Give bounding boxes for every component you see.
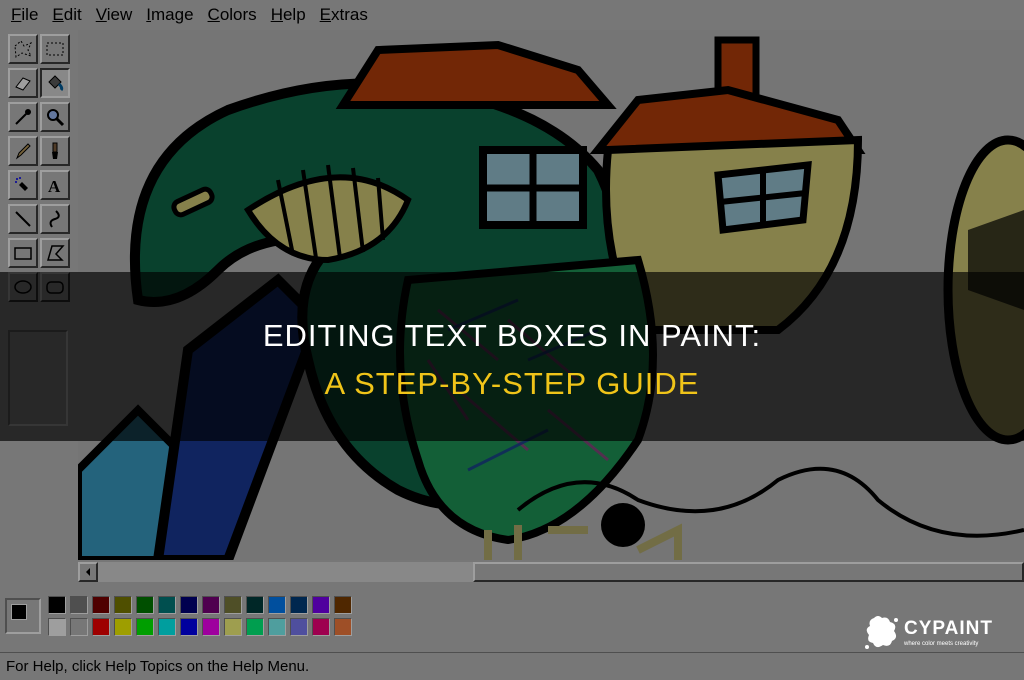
title-line-1: EDITING TEXT BOXES IN PAINT:: [262, 318, 762, 353]
curve-icon[interactable]: [40, 204, 70, 234]
polygon-icon[interactable]: [40, 238, 70, 268]
arrow-left-icon: [86, 568, 90, 576]
line-icon[interactable]: [8, 204, 38, 234]
palette-swatch[interactable]: [334, 596, 352, 614]
airbrush-icon[interactable]: [8, 170, 38, 200]
fill-icon[interactable]: [40, 68, 70, 98]
palette-swatch[interactable]: [70, 596, 88, 614]
rect-select-icon[interactable]: [40, 34, 70, 64]
scroll-left-button[interactable]: [78, 562, 98, 582]
cypaint-logo: CYPAINT where color meets creativity: [864, 612, 1014, 652]
menu-colors[interactable]: Colors: [201, 0, 264, 30]
palette-swatch[interactable]: [224, 618, 242, 636]
foreground-color: [11, 604, 27, 620]
scroll-thumb[interactable]: [473, 562, 1024, 582]
svg-text:A: A: [48, 177, 61, 196]
palette-swatch[interactable]: [312, 596, 330, 614]
magnifier-icon[interactable]: [40, 102, 70, 132]
palette-swatch[interactable]: [114, 596, 132, 614]
brush-icon[interactable]: [40, 136, 70, 166]
palette-swatch[interactable]: [202, 618, 220, 636]
current-colors[interactable]: [5, 598, 41, 634]
logo-tagline: where color meets creativity: [904, 641, 979, 647]
text-icon[interactable]: A: [40, 170, 70, 200]
palette-swatch[interactable]: [70, 618, 88, 636]
palette-swatch[interactable]: [334, 618, 352, 636]
color-picker-icon[interactable]: [8, 102, 38, 132]
palette-swatch[interactable]: [268, 596, 286, 614]
palette-swatch[interactable]: [246, 596, 264, 614]
palette-swatch[interactable]: [312, 618, 330, 636]
palette-swatch[interactable]: [48, 596, 66, 614]
palette-swatch[interactable]: [224, 596, 242, 614]
paint-splash-icon: [865, 616, 898, 649]
palette-swatch[interactable]: [158, 596, 176, 614]
horizontal-scrollbar[interactable]: [78, 562, 1024, 582]
palette-swatch[interactable]: [290, 596, 308, 614]
eraser-icon[interactable]: [8, 68, 38, 98]
menu-bar: File Edit View Image Colors Help Extras: [0, 0, 1024, 30]
logo-name: CYPAINT: [904, 618, 993, 639]
menu-extras[interactable]: Extras: [313, 0, 375, 30]
palette-swatch[interactable]: [158, 618, 176, 636]
menu-file[interactable]: File: [4, 0, 45, 30]
palette-swatch[interactable]: [202, 596, 220, 614]
palette-swatch[interactable]: [180, 618, 198, 636]
free-select-icon[interactable]: [8, 34, 38, 64]
palette-swatch[interactable]: [48, 618, 66, 636]
palette-swatch[interactable]: [268, 618, 286, 636]
palette-swatch[interactable]: [92, 596, 110, 614]
rectangle-icon[interactable]: [8, 238, 38, 268]
palette-swatch[interactable]: [92, 618, 110, 636]
title-line-2: A STEP-BY-STEP GUIDE: [324, 366, 700, 401]
palette-swatch[interactable]: [246, 618, 264, 636]
status-bar: For Help, click Help Topics on the Help …: [0, 652, 1024, 680]
palette-swatch[interactable]: [136, 596, 154, 614]
title-banner: EDITING TEXT BOXES IN PAINT: A STEP-BY-S…: [0, 272, 1024, 441]
pencil-icon[interactable]: [8, 136, 38, 166]
palette-swatch[interactable]: [114, 618, 132, 636]
menu-image[interactable]: Image: [139, 0, 200, 30]
palette-swatch[interactable]: [180, 596, 198, 614]
menu-help[interactable]: Help: [264, 0, 313, 30]
palette-swatch[interactable]: [136, 618, 154, 636]
palette-swatch[interactable]: [290, 618, 308, 636]
menu-edit[interactable]: Edit: [45, 0, 88, 30]
menu-view[interactable]: View: [89, 0, 140, 30]
